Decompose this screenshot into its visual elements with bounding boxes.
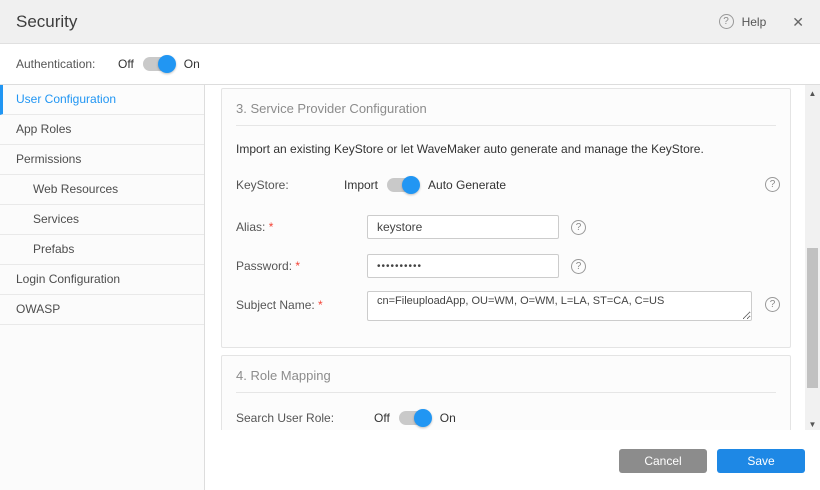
search-user-role-row: Search User Role: Off On xyxy=(236,411,776,425)
service-provider-configuration-section: 3. Service Provider Configuration Import… xyxy=(221,88,791,348)
keystore-help-icon[interactable]: ? xyxy=(765,177,780,192)
dialog-footer: Cancel Save xyxy=(205,430,820,490)
authentication-bar: Authentication: Off On xyxy=(0,44,820,85)
scrollbar-thumb[interactable] xyxy=(807,248,818,388)
subject-name-textarea[interactable]: cn=FileuploadApp, OU=WM, O=WM, L=LA, ST=… xyxy=(367,291,752,321)
required-asterisk: * xyxy=(295,259,300,273)
sidebar-item-web-resources[interactable]: Web Resources xyxy=(0,175,204,205)
search-user-role-on-label: On xyxy=(440,411,456,425)
divider xyxy=(236,125,776,126)
sidebar-item-permissions[interactable]: Permissions xyxy=(0,145,204,175)
search-user-role-off-label: Off xyxy=(374,411,390,425)
toggle-knob xyxy=(402,176,420,194)
alias-input[interactable] xyxy=(367,215,559,239)
toggle-knob xyxy=(414,409,432,427)
cancel-button[interactable]: Cancel xyxy=(619,449,707,473)
sidebar-item-login-configuration[interactable]: Login Configuration xyxy=(0,265,204,295)
section-title: 3. Service Provider Configuration xyxy=(236,101,776,116)
authentication-off-label: Off xyxy=(118,57,134,71)
divider xyxy=(236,392,776,393)
sidebar-item-services[interactable]: Services xyxy=(0,205,204,235)
authentication-toggle[interactable] xyxy=(143,57,175,71)
search-user-role-label: Search User Role: xyxy=(236,411,374,425)
subject-name-help-icon[interactable]: ? xyxy=(765,297,780,312)
sidebar: User Configuration App Roles Permissions… xyxy=(0,85,205,490)
role-mapping-section: 4. Role Mapping Search User Role: Off On xyxy=(221,355,791,430)
keystore-toggle[interactable] xyxy=(387,178,419,192)
subject-name-row: Subject Name: * cn=FileuploadApp, OU=WM,… xyxy=(236,291,776,321)
keystore-row: KeyStore: Import Auto Generate ? xyxy=(236,177,776,192)
password-label: Password: * xyxy=(236,259,367,273)
keystore-auto-generate-label: Auto Generate xyxy=(428,178,506,192)
sidebar-item-prefabs[interactable]: Prefabs xyxy=(0,235,204,265)
sidebar-item-app-roles[interactable]: App Roles xyxy=(0,115,204,145)
scroll-up-arrow-icon[interactable]: ▲ xyxy=(805,87,820,100)
password-row: Password: * ? xyxy=(236,254,776,278)
subject-name-label: Subject Name: * xyxy=(236,291,367,312)
scroll-area: 3. Service Provider Configuration Import… xyxy=(205,85,805,430)
dialog-header: Security ? Help ✕ xyxy=(0,0,820,44)
password-input[interactable] xyxy=(367,254,559,278)
search-user-role-toggle[interactable] xyxy=(399,411,431,425)
required-asterisk: * xyxy=(318,298,323,312)
main-panel: 3. Service Provider Configuration Import… xyxy=(205,85,820,490)
sidebar-item-owasp[interactable]: OWASP xyxy=(0,295,204,325)
required-asterisk: * xyxy=(269,220,274,234)
password-help-icon[interactable]: ? xyxy=(571,259,586,274)
vertical-scrollbar: ▲ ▼ xyxy=(805,85,820,433)
sidebar-item-user-configuration[interactable]: User Configuration xyxy=(0,85,204,115)
section-title: 4. Role Mapping xyxy=(236,368,776,383)
close-icon[interactable]: ✕ xyxy=(792,15,804,29)
keystore-label: KeyStore: xyxy=(236,178,344,192)
authentication-on-label: On xyxy=(184,57,200,71)
save-button[interactable]: Save xyxy=(717,449,805,473)
security-dialog: Security ? Help ✕ Authentication: Off On… xyxy=(0,0,820,490)
toggle-knob xyxy=(158,55,176,73)
help-link[interactable]: Help xyxy=(742,15,767,29)
page-title: Security xyxy=(16,12,77,32)
alias-row: Alias: * ? xyxy=(236,215,776,239)
help-icon[interactable]: ? xyxy=(719,14,734,29)
keystore-import-label: Import xyxy=(344,178,378,192)
alias-help-icon[interactable]: ? xyxy=(571,220,586,235)
authentication-label: Authentication: xyxy=(16,57,118,71)
alias-label: Alias: * xyxy=(236,220,367,234)
keystore-description: Import an existing KeyStore or let WaveM… xyxy=(236,142,776,156)
